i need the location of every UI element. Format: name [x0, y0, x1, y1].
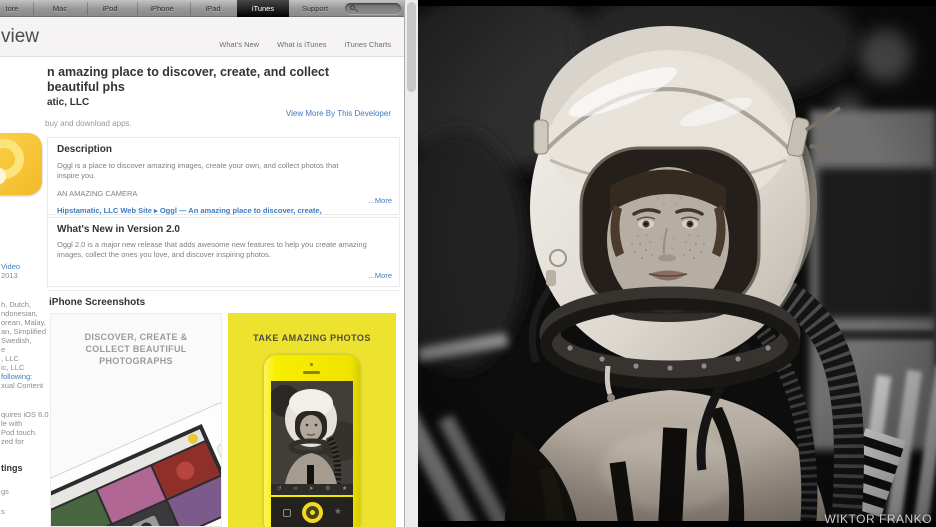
app-title-fragment: n amazing place to discover, create, and…	[47, 65, 330, 94]
search-input[interactable]	[345, 3, 401, 14]
sidebar-ratings-heading-fragment: tings	[1, 463, 23, 473]
search-icon	[350, 5, 355, 10]
speaker-slit	[303, 371, 320, 374]
description-heading: Description	[57, 144, 113, 155]
sidebar-requirements-fragment: zed for	[1, 437, 24, 446]
star-icon: ★	[341, 486, 348, 492]
sidebar-rating-fragment: xual Content	[1, 381, 44, 390]
tilted-iphones-illustration	[51, 402, 221, 526]
nav-tab-ipad[interactable]: iPad	[191, 0, 235, 17]
nav-tab-iphone[interactable]: iPhone	[138, 0, 186, 17]
sidebar-ratings-fragment: s	[1, 507, 5, 516]
sidebar-languages-fragment: ndonesian,	[1, 309, 38, 318]
screenshot-root: tore Mac iPod iPhone iPad iTunes Support…	[0, 0, 936, 527]
shutter-button-icon	[302, 502, 323, 523]
white-card-caption-line: PHOTOGRAPHS	[99, 356, 173, 366]
sidebar-category-link-fragment[interactable]: Video	[1, 262, 20, 271]
camera-dot	[310, 363, 313, 366]
main-content-column: n amazing place to discover, create, and…	[45, 57, 401, 527]
sidebar-languages-fragment: Swedish,	[1, 336, 32, 345]
sidebar-requirements-fragment: quires iOS 6.0	[1, 410, 49, 419]
itunes-preview-page: tore Mac iPod iPhone iPad iTunes Support…	[0, 0, 404, 527]
sidebar-languages-fragment: e	[1, 345, 6, 354]
iphone-screenshots-heading: iPhone Screenshots	[49, 297, 146, 308]
scrollbar-thumb[interactable]	[407, 2, 416, 92]
gear-icon: ⚙	[325, 486, 331, 492]
header-links: What's New What is iTunes iTunes Charts	[203, 40, 391, 49]
yellow-iphone-illustration: ↺ ∞ ➤ ⚙ ★ ★	[264, 355, 360, 527]
sidebar-requirements-fragment: le with	[1, 419, 23, 428]
description-more-link[interactable]: ...More	[369, 196, 392, 205]
whats-new-body: Oggl 2.0 is a major new release that add…	[57, 240, 367, 259]
white-card-caption-line: COLLECT BEAUTIFUL	[85, 344, 187, 354]
open-itunes-hint-fragment: buy and download apps.	[45, 119, 132, 128]
yellow-card-caption: TAKE AMAZING PHOTOS	[253, 333, 371, 343]
view-more-by-developer-link[interactable]: View More By This Developer	[286, 109, 391, 118]
sidebar-copyright-fragment: ic, LLC	[1, 363, 25, 372]
photo-illustration	[418, 0, 936, 527]
apple-nav-bar: tore Mac iPod iPhone iPad iTunes Support	[0, 0, 404, 17]
browser-scrollbar[interactable]	[404, 0, 418, 527]
link-whats-new[interactable]: What's New	[219, 40, 259, 49]
whats-new-section: What's New in Version 2.0 Oggl 2.0 is a …	[47, 217, 400, 287]
developer-name-fragment: atic, LLC	[47, 97, 90, 108]
description-section: Description Oggl is a place to discover …	[47, 137, 400, 225]
astronaut-girl-photo: WIKTOR FRANKO	[418, 0, 936, 527]
nav-tab-itunes[interactable]: iTunes	[237, 0, 289, 17]
description-body: Oggl is a place to discover amazing imag…	[57, 161, 339, 180]
nav-tab-store[interactable]: tore	[0, 0, 32, 17]
frames-icon	[283, 509, 291, 517]
share-icon: ➤	[308, 486, 314, 492]
white-card-caption-line: DISCOVER, CREATE &	[84, 332, 188, 342]
screenshot-yellow-card[interactable]: TAKE AMAZING PHOTOS ↺ ∞ ➤ ⚙ ★ ★	[228, 313, 396, 527]
screenshot-white-card[interactable]: DISCOVER, CREATE & COLLECT BEAUTIFUL PHO…	[50, 313, 222, 527]
page-header: view What's New What is iTunes iTunes Ch…	[0, 17, 404, 57]
sidebar-ratings-fragment: gs	[1, 487, 9, 496]
mini-app-toolbar: ↺ ∞ ➤ ⚙ ★	[271, 484, 353, 495]
mini-photo-screen	[271, 381, 353, 484]
sidebar-updated-fragment: 2013	[1, 271, 18, 280]
loop-icon: ∞	[293, 486, 298, 492]
sidebar-languages-fragment: h, Dutch,	[1, 300, 32, 309]
sidebar-seller-fragment: , LLC	[1, 354, 19, 363]
sidebar-languages-fragment: an, Simplified	[1, 327, 47, 336]
developer-website-link[interactable]: Hipstamatic, LLC Web Site ▸	[57, 206, 158, 215]
whats-new-more-link[interactable]: ...More	[369, 271, 392, 280]
section-divider	[47, 290, 400, 291]
nav-tab-ipod[interactable]: iPod	[88, 0, 132, 17]
favorite-star-icon: ★	[333, 506, 342, 516]
nav-separator	[33, 2, 34, 15]
nav-tab-support[interactable]: Support	[291, 0, 339, 17]
nav-tab-mac[interactable]: Mac	[38, 0, 82, 17]
description-caps-line: AN AMAZING CAMERA	[57, 189, 138, 198]
oggl-app-icon	[0, 133, 42, 195]
sidebar-requirements-fragment: Pod touch.	[1, 428, 37, 437]
mini-app-bottom-bar: ★	[271, 497, 353, 527]
sidebar-languages-fragment: orean, Malay,	[1, 318, 46, 327]
sidebar-rating-link-fragment[interactable]: following:	[1, 372, 32, 381]
undo-icon: ↺	[276, 486, 282, 492]
page-title-fragment: view	[1, 26, 40, 47]
photo-credit: WIKTOR FRANKO	[824, 512, 932, 526]
link-itunes-charts[interactable]: iTunes Charts	[345, 40, 391, 49]
link-what-is-itunes[interactable]: What is iTunes	[277, 40, 326, 49]
whats-new-heading: What's New in Version 2.0	[57, 224, 180, 235]
